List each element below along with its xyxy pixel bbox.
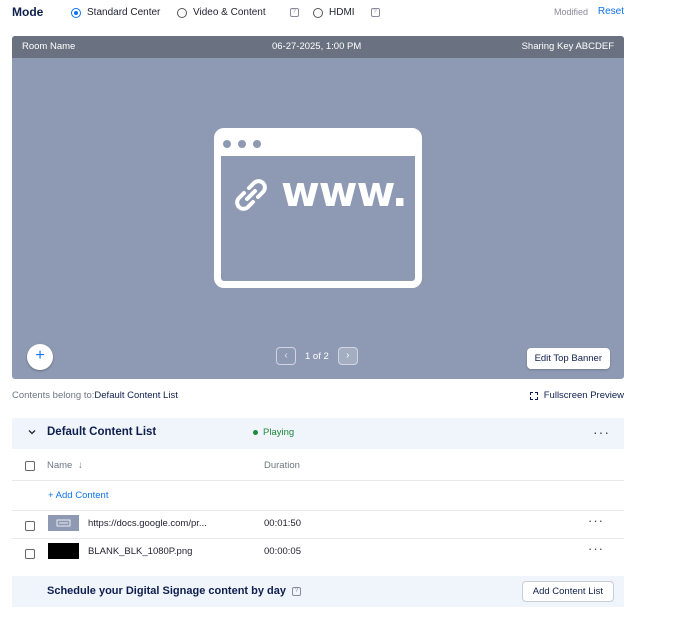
mode-option-label: Video & Content bbox=[193, 7, 266, 18]
column-name-header[interactable]: Name ↓ bbox=[47, 460, 83, 471]
next-page-button[interactable]: › bbox=[337, 347, 358, 365]
page-count: 1 of 2 bbox=[305, 350, 329, 362]
black-image-thumbnail-icon bbox=[48, 543, 79, 559]
column-duration-header: Duration bbox=[264, 460, 300, 471]
mode-hdmi-radio[interactable]: HDMI ? bbox=[313, 7, 380, 18]
preview-pager: ‹ 1 of 2 › bbox=[276, 346, 358, 366]
reset-link[interactable]: Reset bbox=[598, 6, 624, 17]
row-more-button[interactable]: ··· bbox=[588, 541, 604, 556]
info-icon[interactable]: ? bbox=[289, 8, 299, 17]
content-name: https://docs.google.com/pr... bbox=[88, 518, 207, 529]
edit-top-banner-button[interactable]: Edit Top Banner bbox=[526, 348, 610, 369]
content-list-title: Default Content List bbox=[47, 426, 157, 438]
content-duration: 00:01:50 bbox=[264, 518, 301, 529]
contents-belong-label: Contents belong to: bbox=[12, 390, 95, 401]
www-graphic-text: www. bbox=[281, 167, 408, 216]
select-all-checkbox[interactable] bbox=[25, 461, 35, 471]
info-icon[interactable]: ? bbox=[292, 587, 301, 596]
schedule-bar: Schedule your Digital Signage content by… bbox=[12, 576, 624, 607]
content-duration: 00:00:05 bbox=[264, 546, 301, 557]
table-row[interactable]: https://docs.google.com/pr... 00:01:50 ·… bbox=[12, 511, 624, 539]
web-thumbnail-icon bbox=[48, 515, 79, 531]
web-content-placeholder-graphic: www. bbox=[214, 128, 422, 288]
mode-label: Mode bbox=[12, 5, 44, 19]
fullscreen-label: Fullscreen Preview bbox=[543, 390, 624, 401]
status-dot-icon bbox=[253, 430, 258, 435]
table-row[interactable]: BLANK_BLK_1080P.png 00:00:05 ··· bbox=[12, 539, 624, 567]
schedule-text: Schedule your Digital Signage content by… bbox=[47, 585, 286, 597]
fullscreen-icon bbox=[529, 391, 538, 400]
row-checkbox[interactable] bbox=[25, 521, 35, 531]
top-banner: Room Name 06-27-2025, 1:00 PM Sharing Ke… bbox=[12, 36, 624, 58]
chevron-down-icon[interactable] bbox=[27, 427, 37, 437]
add-content-row: + Add Content bbox=[12, 481, 624, 511]
add-slide-button[interactable]: + bbox=[27, 344, 53, 370]
mode-option-label: HDMI bbox=[329, 7, 355, 18]
radio-selected-icon[interactable] bbox=[71, 7, 81, 18]
modified-label: Modified bbox=[553, 7, 588, 17]
row-more-button[interactable]: ··· bbox=[588, 513, 604, 528]
mode-standard-center-radio[interactable]: Standard Center bbox=[71, 7, 160, 18]
sort-down-icon: ↓ bbox=[77, 460, 83, 471]
prev-page-button[interactable]: ‹ bbox=[276, 347, 296, 365]
status-badge: Playing bbox=[253, 427, 294, 438]
radio-icon[interactable] bbox=[177, 7, 187, 18]
add-content-link[interactable]: + Add Content bbox=[48, 490, 108, 501]
content-list-header: Default Content List Playing ··· bbox=[12, 418, 624, 449]
mode-video-content-radio[interactable]: Video & Content ? bbox=[177, 7, 299, 18]
fullscreen-preview-button[interactable]: Fullscreen Preview bbox=[529, 390, 624, 401]
contents-belong-value: Default Content List bbox=[94, 390, 178, 401]
banner-room-name: Room Name bbox=[22, 41, 76, 52]
more-options-button[interactable]: ··· bbox=[593, 424, 610, 440]
contents-belong-row: Contents belong to:Default Content List … bbox=[12, 390, 624, 401]
banner-datetime: 06-27-2025, 1:00 PM bbox=[272, 41, 362, 52]
content-preview-panel: Room Name 06-27-2025, 1:00 PM Sharing Ke… bbox=[12, 36, 624, 379]
info-icon[interactable]: ? bbox=[370, 8, 380, 17]
mode-option-label: Standard Center bbox=[87, 7, 161, 18]
row-checkbox[interactable] bbox=[25, 549, 35, 559]
radio-icon[interactable] bbox=[313, 7, 323, 18]
browser-bar bbox=[221, 135, 415, 156]
mode-row: Mode Standard Center Video & Content ? H… bbox=[12, 4, 624, 22]
add-content-list-button[interactable]: Add Content List bbox=[521, 581, 614, 602]
content-name: BLANK_BLK_1080P.png bbox=[88, 546, 193, 557]
banner-sharing-key: Sharing Key ABCDEF bbox=[521, 41, 614, 52]
status-text: Playing bbox=[263, 427, 295, 438]
link-icon bbox=[235, 179, 267, 211]
table-header-row: Name ↓ Duration bbox=[12, 450, 624, 481]
